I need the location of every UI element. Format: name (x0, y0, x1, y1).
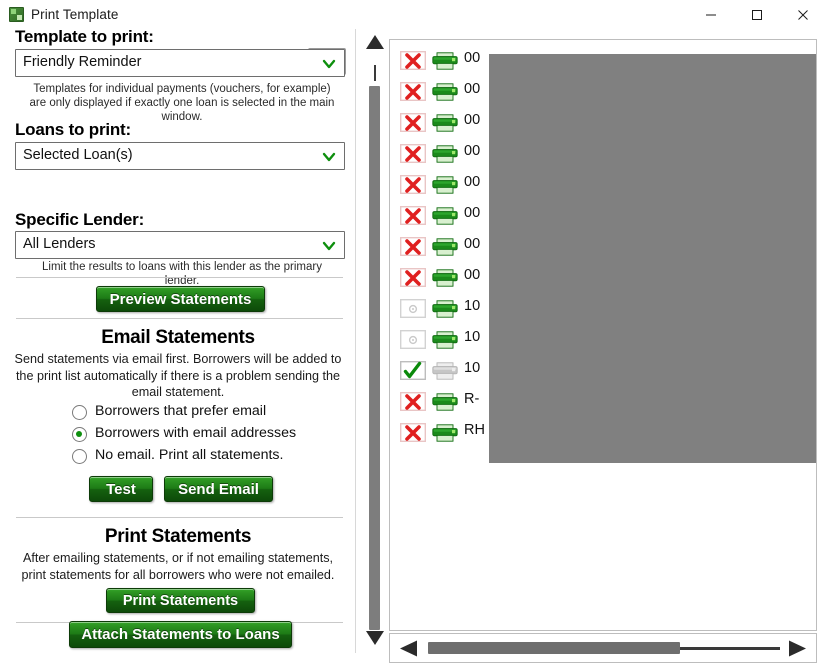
triangle-up-icon[interactable] (365, 34, 385, 50)
horizontal-scrollbar-thumb[interactable] (428, 642, 680, 654)
vertical-scrollbar-thumb[interactable] (369, 86, 380, 630)
printer-icon[interactable] (432, 331, 458, 349)
list-item-label: 00 (464, 143, 481, 159)
envelope-x-icon[interactable] (399, 205, 427, 226)
template-to-print-label: Template to print: (15, 27, 154, 46)
print-options-panel: Template to print: Friendly Reminder Tem… (0, 27, 356, 653)
title-bar: Print Template (0, 0, 826, 30)
maximize-icon (752, 9, 762, 20)
list-item-label: R- (464, 391, 480, 407)
printer-icon[interactable] (432, 83, 458, 101)
loans-select[interactable]: Selected Loan(s) (15, 142, 345, 170)
list-item-label: 00 (464, 236, 481, 252)
list-item-label: 10 (464, 329, 481, 345)
divider (16, 318, 343, 319)
preview-statements-button[interactable]: Preview Statements (96, 286, 265, 312)
list-item-label: 00 (464, 50, 481, 66)
vertical-scrollbar[interactable] (361, 34, 389, 646)
radio-no-email-label: No email. Print all statements. (95, 447, 284, 463)
scrollbar-tick (374, 65, 376, 81)
envelope-x-icon[interactable] (399, 81, 427, 102)
chevron-down-icon (322, 152, 336, 162)
horizontal-scrollbar[interactable] (389, 633, 817, 663)
printer-icon[interactable] (432, 362, 458, 380)
printer-icon[interactable] (432, 300, 458, 318)
radio-icon (72, 449, 87, 464)
triangle-down-icon[interactable] (365, 630, 385, 646)
minimize-button[interactable] (688, 0, 734, 29)
redaction-overlay (489, 54, 816, 463)
printer-icon[interactable] (432, 238, 458, 256)
close-button[interactable] (780, 0, 826, 29)
list-item-label: 00 (464, 81, 481, 97)
radio-icon-selected (72, 427, 87, 442)
maximize-button[interactable] (734, 0, 780, 29)
window-title: Print Template (31, 7, 119, 22)
template-select[interactable]: Friendly Reminder (15, 49, 345, 77)
close-icon (798, 9, 808, 20)
divider (16, 277, 343, 278)
email-statements-title: Email Statements (101, 327, 255, 348)
test-button[interactable]: Test (89, 476, 153, 502)
envelope-x-icon[interactable] (399, 112, 427, 133)
envelope-x-icon[interactable] (399, 236, 427, 257)
lender-select-value: All Lenders (23, 236, 96, 252)
chevron-down-icon (322, 59, 336, 69)
list-item-label: 00 (464, 174, 481, 190)
list-item-label: 00 (464, 267, 481, 283)
print-statements-button[interactable]: Print Statements (106, 588, 255, 613)
template-select-value: Friendly Reminder (23, 54, 142, 70)
attach-statements-to-loans-button[interactable]: Attach Statements to Loans (69, 621, 292, 648)
print-statements-description: After emailing statements, or if not ema… (21, 551, 335, 582)
loans-select-value: Selected Loan(s) (23, 147, 133, 163)
radio-icon (72, 405, 87, 420)
radio-with-email-addresses-label: Borrowers with email addresses (95, 425, 297, 441)
divider (16, 517, 343, 518)
printer-icon[interactable] (432, 114, 458, 132)
triangle-right-icon[interactable] (787, 640, 807, 657)
minimize-icon (706, 14, 716, 15)
envelope-x-icon[interactable] (399, 391, 427, 412)
printer-icon[interactable] (432, 393, 458, 411)
print-statements-title: Print Statements (104, 526, 252, 547)
radio-prefer-email-label: Borrowers that prefer email (95, 403, 267, 419)
printer-icon[interactable] (432, 145, 458, 163)
envelope-x-icon[interactable] (399, 50, 427, 71)
list-item-label: 10 (464, 360, 481, 376)
printer-icon[interactable] (432, 269, 458, 287)
list-item-label: 10 (464, 298, 481, 314)
chevron-down-icon (322, 241, 336, 251)
lender-select[interactable]: All Lenders (15, 231, 345, 259)
email-statements-description: Send statements via email first. Borrowe… (14, 352, 342, 399)
printer-icon[interactable] (432, 176, 458, 194)
list-item-label: 00 (464, 112, 481, 128)
app-grid-icon (9, 7, 24, 22)
envelope-x-icon[interactable] (399, 422, 427, 443)
printer-icon[interactable] (432, 52, 458, 70)
envelope-x-icon[interactable] (399, 143, 427, 164)
statement-list-panel: 00 00 00 00 00 00 00 00 10 10 10 R- RH (357, 29, 826, 663)
lender-hint: Limit the results to loans with this len… (42, 261, 322, 287)
triangle-left-icon[interactable] (399, 640, 419, 657)
send-email-button[interactable]: Send Email (164, 476, 273, 502)
envelope-x-icon[interactable] (399, 267, 427, 288)
template-hint: Templates for individual payments (vouch… (29, 83, 335, 123)
envelope-blank-icon[interactable] (399, 329, 427, 350)
printer-icon[interactable] (432, 207, 458, 225)
loans-to-print-label: Loans to print: (15, 120, 131, 139)
list-item-label: RH (464, 422, 485, 438)
printer-icon[interactable] (432, 424, 458, 442)
envelope-blank-icon[interactable] (399, 298, 427, 319)
list-item-label: 00 (464, 205, 481, 221)
statement-list[interactable]: 00 00 00 00 00 00 00 00 10 10 10 R- RH (389, 39, 817, 631)
envelope-x-icon[interactable] (399, 174, 427, 195)
envelope-check-icon[interactable] (399, 360, 427, 381)
specific-lender-label: Specific Lender: (15, 210, 145, 229)
